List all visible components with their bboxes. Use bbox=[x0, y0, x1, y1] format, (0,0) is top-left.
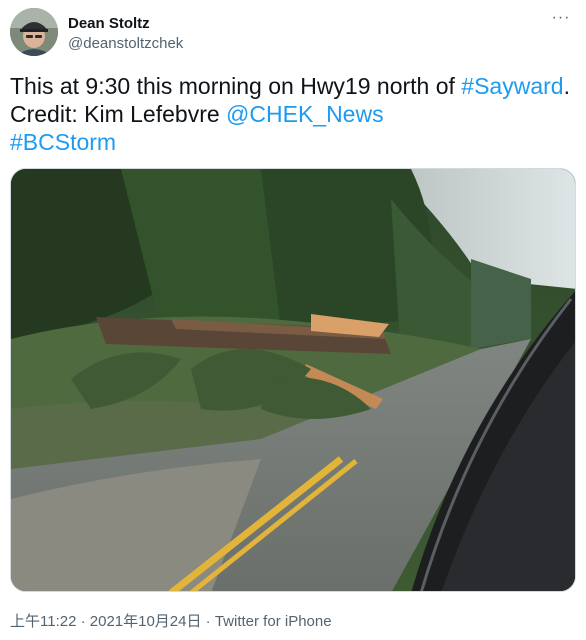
display-name[interactable]: Dean Stoltz bbox=[68, 14, 183, 33]
hashtag-link-sayward[interactable]: #Sayward bbox=[461, 73, 563, 99]
meta-separator: · bbox=[201, 613, 215, 630]
tweet-card: Dean Stoltz @deanstoltzchek ··· This at … bbox=[0, 0, 586, 640]
tweet-photo[interactable] bbox=[10, 168, 576, 592]
tweet-text: This at 9:30 this morning on Hwy19 north… bbox=[10, 72, 570, 156]
fallen-tree-photo bbox=[11, 169, 575, 591]
hashtag-link-bcstorm[interactable]: #BCStorm bbox=[10, 129, 116, 155]
tweet-text-part: This at 9:30 this morning on Hwy19 north… bbox=[10, 73, 462, 99]
more-options-button[interactable]: ··· bbox=[548, 9, 574, 31]
avatar-photo bbox=[10, 8, 58, 56]
more-horizontal-icon: ··· bbox=[551, 9, 571, 26]
tweet-header: Dean Stoltz @deanstoltzchek ··· bbox=[10, 8, 576, 56]
author-names: Dean Stoltz @deanstoltzchek bbox=[68, 14, 183, 53]
avatar[interactable] bbox=[10, 8, 58, 56]
tweet-meta: 上午11:22 · 2021年10月24日 · Twitter for iPho… bbox=[10, 612, 332, 631]
tweet-timestamp[interactable]: 上午11:22 · 2021年10月24日 bbox=[10, 613, 202, 630]
mention-link-chek-news[interactable]: @CHEK_News bbox=[226, 101, 384, 127]
user-handle[interactable]: @deanstoltzchek bbox=[68, 34, 183, 53]
tweet-source-link[interactable]: Twitter for iPhone bbox=[215, 613, 332, 630]
